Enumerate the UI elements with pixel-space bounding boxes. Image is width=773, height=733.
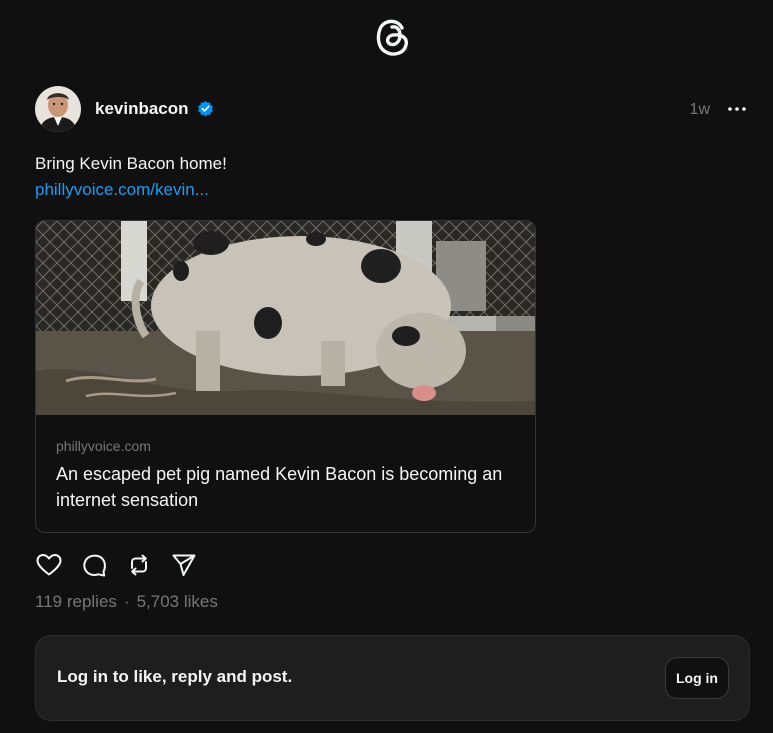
post-body: Bring Kevin Bacon home! phillyvoice.com/… <box>35 151 227 203</box>
username[interactable]: kevinbacon <box>95 99 189 119</box>
post-stats: 119 replies · 5,703 likes <box>35 592 218 612</box>
post-link[interactable]: phillyvoice.com/kevin... <box>35 177 227 203</box>
threads-page: kevinbacon 1w Bring Kevin Bacon home! ph… <box>0 0 773 733</box>
repost-icon[interactable] <box>125 551 153 579</box>
likes-count[interactable]: 5,703 likes <box>137 592 218 611</box>
link-card-title: An escaped pet pig named Kevin Bacon is … <box>56 464 503 510</box>
comment-icon[interactable] <box>80 551 108 579</box>
stats-separator: · <box>123 592 130 611</box>
send-icon[interactable] <box>170 551 198 579</box>
heart-icon[interactable] <box>35 551 63 579</box>
login-prompt-bar: Log in to like, reply and post. Log in <box>35 635 750 721</box>
log-in-button[interactable]: Log in <box>665 657 729 699</box>
threads-logo-icon[interactable] <box>374 15 412 57</box>
post-timestamp: 1w <box>689 101 710 118</box>
verified-badge-icon <box>198 100 213 117</box>
more-dots-icon[interactable] <box>727 99 747 119</box>
login-prompt-text: Log in to like, reply and post. <box>57 667 293 686</box>
link-preview-image <box>36 221 535 415</box>
post-text: Bring Kevin Bacon home! <box>35 154 227 173</box>
post-header: kevinbacon 1w <box>35 86 750 134</box>
link-card-domain: phillyvoice.com <box>56 438 151 454</box>
avatar[interactable] <box>35 86 81 132</box>
replies-count[interactable]: 119 replies <box>35 592 117 611</box>
link-preview-card[interactable]: phillyvoice.com An escaped pet pig named… <box>35 220 536 533</box>
